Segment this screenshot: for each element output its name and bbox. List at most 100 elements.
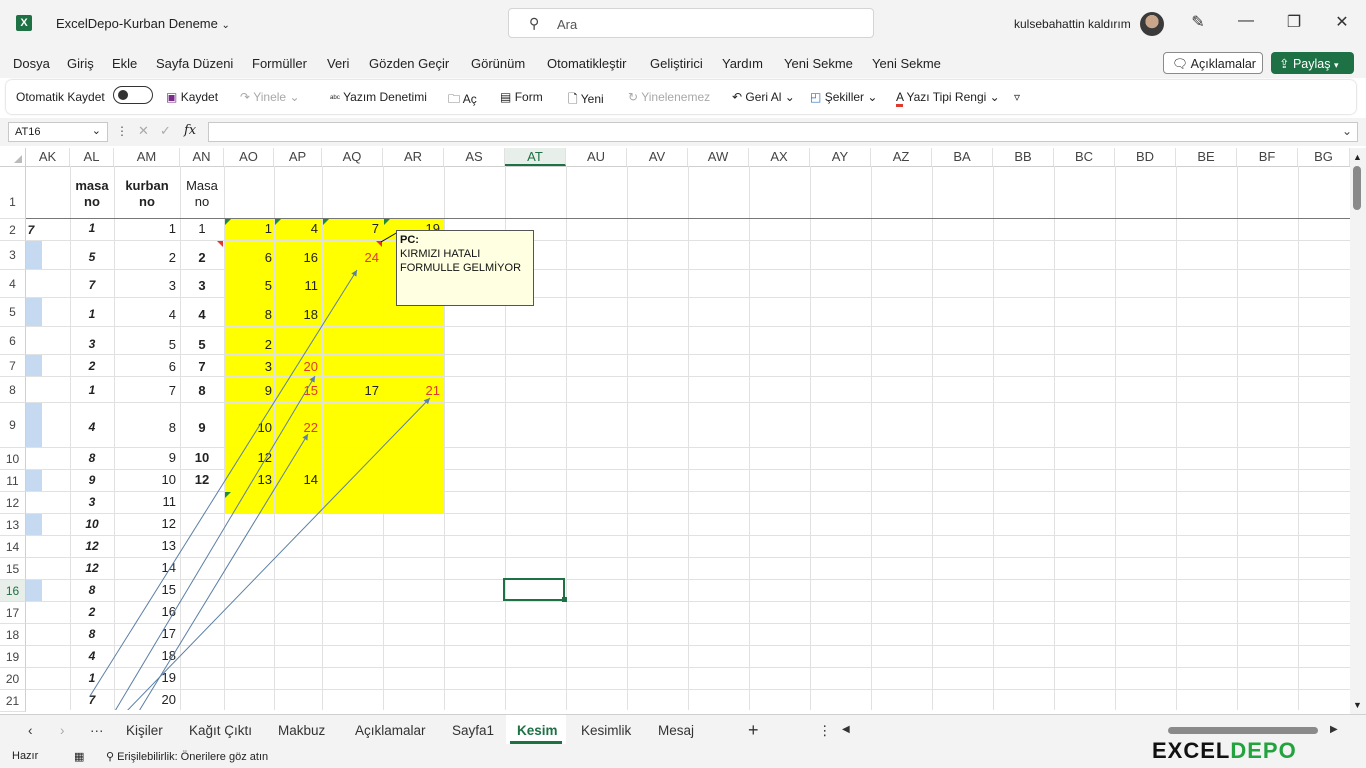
row-header[interactable]: 9 (0, 403, 26, 448)
more-icon[interactable]: ⋮ (116, 124, 128, 138)
col-header-ay[interactable]: AY (810, 148, 871, 166)
vertical-scrollbar[interactable]: ▲ ▼ (1350, 148, 1366, 714)
col-header-aq[interactable]: AQ (322, 148, 383, 166)
search-box[interactable]: ⚲ Ara (508, 8, 874, 38)
scroll-right-icon[interactable]: ▶ (1330, 724, 1338, 735)
share-button[interactable]: ⇪ Paylaş ▾ (1271, 52, 1354, 74)
cell-grid[interactable]: 7 masa no kurban no Masa no 1 5 7 1 3 2 1 4… (26, 166, 1350, 710)
col-header-bb[interactable]: BB (993, 148, 1054, 166)
row-header[interactable]: 3 (0, 241, 26, 270)
col-header-ap[interactable]: AP (274, 148, 322, 166)
tab-gelistirici[interactable]: Geliştirici (650, 56, 703, 71)
col-header-az[interactable]: AZ (871, 148, 932, 166)
col-header-an[interactable]: AN (180, 148, 224, 166)
tab-aciklamalar[interactable]: Açıklamalar (355, 723, 426, 738)
avatar[interactable] (1140, 12, 1164, 36)
undo-button[interactable]: ↶ Geri Al ⌄ (732, 90, 795, 104)
spelling-button[interactable]: ᵃᵇᶜ Yazım Denetimi (330, 90, 427, 104)
col-header-bc[interactable]: BC (1054, 148, 1115, 166)
col-header-as[interactable]: AS (444, 148, 505, 166)
close-button[interactable]: ✕ (1332, 12, 1352, 32)
tab-kisiler[interactable]: Kişiler (126, 723, 163, 738)
name-box[interactable]: AT16 ⌄ (8, 122, 108, 142)
autosave-toggle[interactable] (113, 86, 153, 104)
tab-veri[interactable]: Veri (327, 56, 349, 71)
tab-dosya[interactable]: Dosya (13, 56, 50, 71)
col-header-bf[interactable]: BF (1237, 148, 1298, 166)
macro-record-icon[interactable]: ▦ (74, 750, 84, 763)
add-sheet-icon[interactable]: + (748, 720, 759, 741)
insert-function-button[interactable]: fx (184, 123, 196, 138)
col-header-ao[interactable]: AO (224, 148, 274, 166)
row-header[interactable]: 4 (0, 270, 26, 298)
row-header[interactable]: 18 (0, 624, 26, 646)
user-name[interactable]: kulsebahattin kaldırım (1014, 17, 1131, 31)
col-header-ba[interactable]: BA (932, 148, 993, 166)
tab-gorunum[interactable]: Görünüm (471, 56, 525, 71)
select-all-corner[interactable] (0, 148, 26, 166)
col-header-aw[interactable]: AW (688, 148, 749, 166)
tab-yeni-sekme-1[interactable]: Yeni Sekme (784, 56, 853, 71)
row-header[interactable]: 21 (0, 690, 26, 712)
active-cell[interactable] (503, 578, 565, 601)
tab-makbuz[interactable]: Makbuz (278, 723, 325, 738)
horizontal-scroll-thumb[interactable] (1168, 727, 1318, 734)
col-header-be[interactable]: BE (1176, 148, 1237, 166)
tab-yardim[interactable]: Yardım (722, 56, 763, 71)
tab-gozden-gecir[interactable]: Gözden Geçir (369, 56, 449, 71)
accessibility-status[interactable]: ⚲ Erişilebilirlik: Önerilere göz atın (106, 750, 268, 763)
form-button[interactable]: ▤ Form (500, 90, 543, 104)
cannot-repeat-button[interactable]: ↻ Yinelenemez (628, 90, 710, 104)
scroll-thumb[interactable] (1353, 166, 1361, 210)
redo-button[interactable]: ↷ Yinele ⌄ (240, 90, 300, 104)
col-header-ak[interactable]: AK (26, 148, 70, 166)
fill-handle[interactable] (562, 597, 567, 602)
tab-formuller[interactable]: Formüller (252, 56, 307, 71)
tab-kagit-cikti[interactable]: Kağıt Çıktı (189, 723, 252, 738)
comments-button[interactable]: 🗨 Açıklamalar (1163, 52, 1263, 74)
row-header[interactable]: 20 (0, 668, 26, 690)
col-header-bg[interactable]: BG (1298, 148, 1350, 166)
col-header-bd[interactable]: BD (1115, 148, 1176, 166)
tab-otomatiklestir[interactable]: Otomatikleştir (547, 56, 626, 71)
row-header[interactable]: 5 (0, 298, 26, 327)
row-header[interactable]: 17 (0, 602, 26, 624)
pen-icon[interactable]: ✎ (1188, 12, 1208, 32)
shapes-button[interactable]: ◰ Şekiller ⌄ (810, 90, 877, 104)
row-header[interactable]: 1 (0, 166, 26, 219)
scroll-down-icon[interactable]: ▼ (1353, 700, 1362, 710)
col-header-ar[interactable]: AR (383, 148, 444, 166)
row-header[interactable]: 6 (0, 327, 26, 355)
tab-ekle[interactable]: Ekle (112, 56, 137, 71)
save-button[interactable]: ▣ Kaydet (166, 90, 218, 104)
col-header-ax[interactable]: AX (749, 148, 810, 166)
tab-kesim[interactable]: Kesim (517, 723, 558, 738)
row-header[interactable]: 7 (0, 355, 26, 377)
cell-comment[interactable]: PC: KIRMIZI HATALI FORMULLE GELMİYOR (396, 230, 534, 306)
row-header[interactable]: 10 (0, 448, 26, 470)
tab-sayfa-duzeni[interactable]: Sayfa Düzeni (156, 56, 233, 71)
font-color-button[interactable]: A Yazı Tipi Rengi ⌄ (896, 90, 1000, 107)
row-header[interactable]: 16 (0, 580, 26, 602)
more-sheets-icon[interactable]: ··· (90, 723, 104, 738)
prev-sheet-icon[interactable]: ‹ (28, 723, 33, 738)
row-header[interactable]: 19 (0, 646, 26, 668)
tab-kesimlik[interactable]: Kesimlik (581, 723, 631, 738)
col-header-al[interactable]: AL (70, 148, 114, 166)
more-icon[interactable]: ⋮ (818, 723, 832, 739)
scroll-left-icon[interactable]: ◀ (842, 724, 850, 735)
col-header-at[interactable]: AT (505, 148, 566, 166)
tab-mesaj[interactable]: Mesaj (658, 723, 694, 738)
tab-sayfa1[interactable]: Sayfa1 (452, 723, 494, 738)
minimize-button[interactable]: — (1236, 12, 1256, 30)
col-header-av[interactable]: AV (627, 148, 688, 166)
customize-toolbar-icon[interactable]: ▿ (1014, 90, 1020, 104)
scroll-up-icon[interactable]: ▲ (1353, 152, 1362, 162)
row-header[interactable]: 12 (0, 492, 26, 514)
tab-giris[interactable]: Giriş (67, 56, 94, 71)
row-header[interactable]: 13 (0, 514, 26, 536)
formula-input[interactable] (208, 122, 1358, 142)
row-header[interactable]: 14 (0, 536, 26, 558)
restore-button[interactable]: ❐ (1284, 12, 1304, 32)
row-header[interactable]: 15 (0, 558, 26, 580)
